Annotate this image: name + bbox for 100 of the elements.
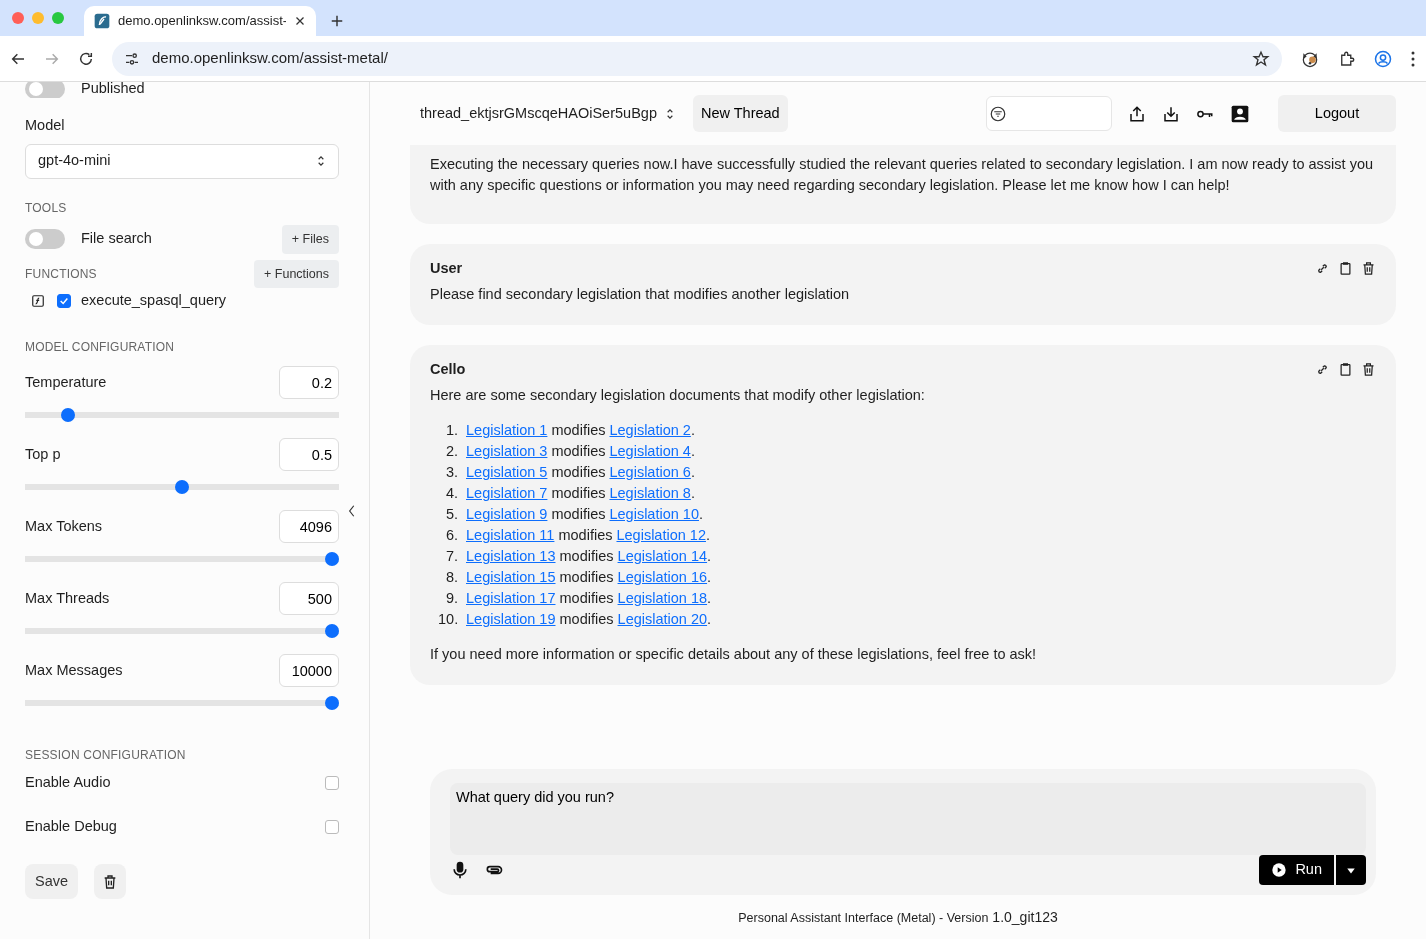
reload-icon[interactable] [78,50,94,67]
message-input[interactable]: What query did you run? [450,783,1366,855]
checkbox[interactable] [325,775,339,790]
parameter-label: Max Messages [25,660,123,680]
toggle-switch[interactable] [25,229,65,250]
checkbox[interactable] [325,819,339,834]
slider-thumb[interactable] [325,624,339,638]
tab-title: demo.openlinksw.com/assist- [118,12,286,31]
version-text: 1.0_git123 [992,908,1058,927]
browser-tab[interactable]: demo.openlinksw.com/assist- [84,6,316,36]
play-icon [1271,862,1288,878]
section-heading: SESSION CONFIGURATION [25,747,187,764]
add-functions-button[interactable]: + Functions [254,259,339,289]
list-item: 6. Legislation 11 modifies Legislation 12. [444,526,711,545]
parameter-label: Max Tokens [25,516,103,536]
list-item: 4. Legislation 7 modifies Legislation 8. [444,484,696,503]
new-thread-button[interactable]: New Thread [692,94,788,133]
trash-icon[interactable] [1361,362,1376,377]
model-select[interactable]: gpt-4o-mini [25,143,339,179]
number-field[interactable]: 500 [279,582,339,615]
check-icon [59,296,69,307]
number-field[interactable]: 10000 [279,654,339,687]
trash-icon[interactable] [1361,261,1376,276]
message-text: Here are some secondary legislation documents that modify other legislation: [430,386,926,405]
toggle-label: Published [81,82,145,98]
list-item: 8. Legislation 15 modifies Legislation 16. [444,568,713,587]
collapse-chevron-icon[interactable] [347,504,357,518]
run-button[interactable]: Run [1259,855,1334,885]
list-item: 7. Legislation 13 modifies Legislation 14. [444,547,713,566]
legislation-link[interactable]: Legislation 9 [466,506,548,522]
legislation-link[interactable]: Legislation 1 [466,422,548,438]
more-icon[interactable] [1410,49,1416,68]
section-heading: MODEL CONFIGURATION [25,339,176,356]
legislation-link[interactable]: Legislation 11 [466,527,555,543]
slider-thumb[interactable] [175,480,189,494]
profile-icon[interactable] [1374,49,1392,68]
function-icon [31,294,45,309]
legislation-link[interactable]: Legislation 3 [466,443,548,459]
list-item: 5. Legislation 9 modifies Legislation 10. [444,505,704,524]
updown-caret-icon [664,106,675,121]
download-icon[interactable] [1162,104,1180,123]
function-name: execute_spasql_query [81,291,227,311]
slider-thumb[interactable] [325,696,339,710]
list-item: 10. Legislation 19 modifies Legislation 20. [438,610,713,629]
legislation-link[interactable]: Legislation 20 [617,611,708,627]
message-text: Please find secondary legislation that modifies another legislation [430,285,851,304]
star-icon[interactable] [1252,49,1270,68]
site-settings-icon[interactable] [124,50,140,67]
plus-icon[interactable] [330,14,344,28]
clipboard-icon[interactable] [1338,261,1353,276]
legislation-link[interactable]: Legislation 10 [609,506,699,522]
puzzle-icon[interactable] [1338,49,1356,68]
checkbox[interactable] [57,294,71,309]
list-item: 9. Legislation 17 modifies Legislation 18. [444,589,713,608]
slider-thumb[interactable] [325,552,339,566]
toggle-label: File search [81,229,153,249]
legislation-link[interactable]: Legislation 12 [616,527,706,543]
clipboard-icon[interactable] [1338,362,1353,377]
field-label: Model [25,116,66,135]
footer-text: Personal Assistant Interface (Metal) - Version [738,910,989,927]
legislation-link[interactable]: Legislation 6 [609,464,691,480]
legislation-link[interactable]: Legislation 4 [609,443,691,459]
message-text: If you need more information or specific details about any of these legislations, feel free to ask! [430,645,1038,664]
number-field[interactable]: 0.5 [279,438,339,471]
link-icon[interactable] [1315,261,1330,276]
number-field[interactable]: 4096 [279,510,339,543]
legislation-link[interactable]: Legislation 8 [609,485,691,501]
toggle-switch[interactable] [25,82,65,98]
option-label: Enable Audio [25,773,111,792]
legislation-link[interactable]: Legislation 2 [609,422,691,438]
add-files-button[interactable]: + Files [281,224,339,254]
logout-button[interactable]: Logout [1278,95,1396,132]
legislation-link[interactable]: Legislation 5 [466,464,548,480]
message-author: Cello [430,360,466,379]
site-icon [94,13,110,29]
legislation-link[interactable]: Legislation 17 [466,590,556,606]
message-text: Executing the necessary queries now.I have successfully studied the relevant queries related to secondary legislation. I am now ready to assist you with any specific questions or information you may need regarding secondary legislation. Please let me know how I can help! [430,155,1375,195]
legislation-link[interactable]: Legislation 15 [466,569,556,585]
message-author: User [430,259,463,278]
list-item: 3. Legislation 5 modifies Legislation 6. [444,463,696,482]
section-heading: TOOLS [25,199,68,217]
user-card-icon[interactable] [1230,103,1250,124]
number-field[interactable]: 0.2 [279,366,339,399]
delete-button[interactable] [94,863,127,900]
section-heading: FUNCTIONS [25,265,97,283]
run-options-button[interactable] [1336,855,1366,885]
microphone-icon[interactable] [450,860,470,880]
legislation-link[interactable]: Legislation 7 [466,485,548,501]
upload-icon[interactable] [1128,104,1146,123]
parameter-label: Max Threads [25,588,110,608]
save-button[interactable]: Save [25,863,79,900]
filter-field[interactable] [986,96,1112,131]
parameter-label: Top p [25,444,61,464]
close-icon[interactable] [294,15,306,27]
legislation-link[interactable]: Legislation 13 [466,548,556,564]
thread-select[interactable]: thread_ektjsrGMscqeHAOiSer5uBgp [420,102,675,125]
legislation-link[interactable]: Legislation 19 [466,611,556,627]
filter-icon[interactable] [989,104,1007,123]
slider-thumb[interactable] [61,408,75,422]
link-icon[interactable] [1315,362,1330,377]
